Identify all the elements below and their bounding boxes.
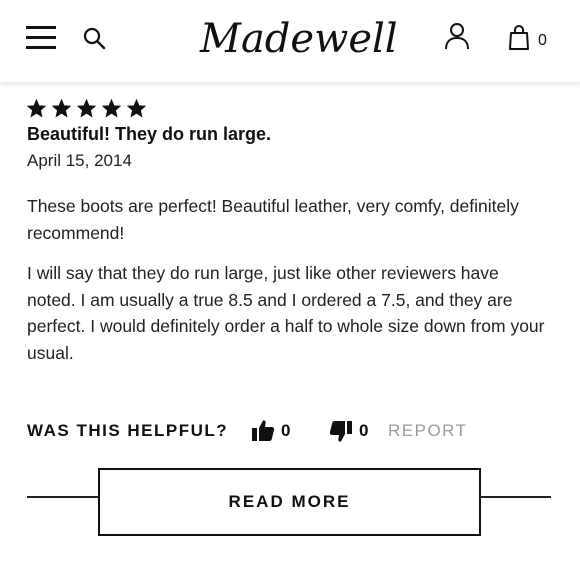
divider-line	[480, 496, 551, 498]
shopping-bag-button[interactable]: 0	[508, 24, 554, 52]
thumbs-up-count: 0	[281, 421, 291, 440]
hamburger-menu-icon[interactable]	[26, 26, 56, 50]
read-more-button[interactable]: READ MORE	[98, 468, 481, 536]
review-date: April 15, 2014	[27, 151, 132, 170]
review-body-paragraph: These boots are perfect! Beautiful leath…	[27, 196, 519, 243]
site-header: Madewell 0	[0, 0, 580, 82]
account-icon[interactable]	[444, 22, 470, 50]
bag-count: 0	[538, 32, 547, 49]
shopping-bag-icon	[509, 24, 529, 50]
thumbs-down-icon[interactable]	[329, 420, 353, 444]
divider-line	[27, 496, 99, 498]
thumbs-up-icon[interactable]	[251, 418, 275, 442]
review-body-paragraph: I will say that they do run large, just …	[27, 263, 545, 363]
helpful-label: WAS THIS HELPFUL?	[27, 421, 229, 440]
star-icon	[27, 99, 46, 118]
star-icon	[77, 99, 96, 118]
review-title: Beautiful! They do run large.	[27, 124, 272, 144]
report-link[interactable]: REPORT	[388, 421, 468, 441]
star-icon	[102, 99, 121, 118]
helpful-row: WAS THIS HELPFUL? 0 0 REPORT	[27, 417, 547, 445]
search-icon[interactable]	[82, 26, 106, 50]
star-icon	[127, 99, 146, 118]
madewell-logo[interactable]: Madewell	[200, 14, 398, 64]
star-icon	[52, 99, 71, 118]
star-rating	[27, 99, 146, 119]
thumbs-down-count: 0	[359, 421, 369, 440]
